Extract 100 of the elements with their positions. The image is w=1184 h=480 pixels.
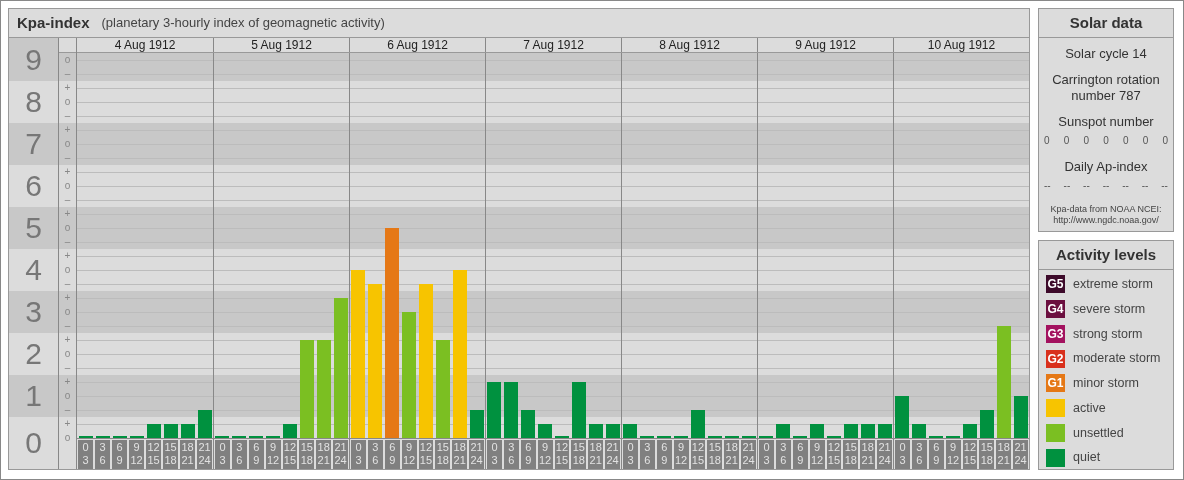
hour-range: 3 6 (775, 439, 791, 469)
level-badge: G3 (1046, 324, 1065, 343)
ap-value: -- (1141, 179, 1149, 193)
ap-value: -- (1102, 179, 1110, 193)
date-heading: 9 Aug 1912 (795, 39, 856, 51)
hour-range: 15 18 (843, 439, 859, 469)
bar (691, 410, 705, 438)
ap-label: Daily Ap-index (1064, 159, 1148, 175)
source-note: Kpa-data from NOAA NCEI: (1050, 204, 1162, 215)
sunspot-value: 0 (1103, 134, 1109, 148)
hour-range: 6 9 (248, 439, 264, 469)
hour-range: 18 21 (860, 439, 876, 469)
level-label: moderate storm (1073, 350, 1161, 368)
hour-range: 9 12 (265, 439, 281, 469)
hour-range: 15 18 (707, 439, 723, 469)
bar (1014, 396, 1028, 438)
bar (810, 424, 824, 438)
bar (572, 382, 586, 438)
bar (470, 410, 484, 438)
bar (147, 424, 161, 438)
hour-range: 9 12 (809, 439, 825, 469)
sunspot-value: 0 (1083, 134, 1090, 148)
hour-range: 18 21 (724, 439, 740, 469)
hour-range: 0 3 (78, 439, 93, 469)
level-badge: G5 (1046, 275, 1065, 294)
ap-value: -- (1122, 179, 1129, 193)
hour-range: 21 24 (1013, 439, 1028, 469)
sunspot-value: 0 (1162, 134, 1168, 148)
ap-value: -- (1083, 179, 1090, 193)
carrington-rotation: Carrington rotation number 787 (1051, 72, 1161, 104)
level-label: active (1073, 399, 1106, 417)
sunspot-value: 0 (1142, 134, 1149, 148)
hour-range: 21 24 (605, 439, 620, 469)
hour-range: 9 12 (945, 439, 961, 469)
hour-range: 9 12 (673, 439, 689, 469)
hour-range: 21 24 (333, 439, 348, 469)
axis-label: 6 (25, 171, 42, 201)
hour-range: 18 21 (180, 439, 195, 469)
bar (198, 410, 212, 438)
level-label: quiet (1073, 449, 1101, 467)
bar (487, 382, 501, 438)
hour-range: 9 12 (401, 439, 417, 469)
sublevel-mark: – (59, 403, 76, 417)
ap-value: -- (1044, 179, 1051, 193)
hour-range: 21 24 (877, 439, 892, 469)
sublevel-mark: – (59, 67, 76, 81)
solar-cycle: Solar cycle 14 (1065, 46, 1147, 62)
bar (912, 424, 926, 438)
panel-title: Activity levels (1055, 244, 1157, 265)
bar (980, 410, 994, 438)
hour-range: 3 6 (639, 439, 655, 469)
bar (963, 424, 977, 438)
hour-range: 15 18 (979, 439, 995, 469)
axis-label: 4 (25, 255, 42, 285)
hour-range: 18 21 (996, 439, 1012, 469)
hour-range: 3 6 (231, 439, 247, 469)
source-url: http://www.ngdc.noaa.gov/ (1053, 215, 1159, 226)
bar (878, 424, 892, 438)
ap-value: -- (1063, 179, 1071, 193)
bar (589, 424, 603, 438)
hour-range: 21 24 (197, 439, 212, 469)
sunspot-value: 0 (1063, 134, 1070, 148)
sublevel-mark: + (59, 375, 76, 389)
date-heading: 5 Aug 1912 (251, 39, 312, 51)
axis-label: 0 (25, 428, 42, 458)
sublevel-mark: – (59, 235, 76, 249)
axis-label: 3 (25, 297, 42, 327)
level-label: severe storm (1073, 300, 1146, 318)
hour-range: 15 18 (163, 439, 178, 469)
sublevel-mark: – (59, 319, 76, 333)
axis-label: 1 (25, 381, 42, 411)
bar (504, 382, 518, 438)
bar (521, 410, 535, 438)
hour-range: 12 15 (418, 439, 434, 469)
hour-range: 21 24 (741, 439, 756, 469)
date-heading: 8 Aug 1912 (659, 39, 720, 51)
level-badge: G2 (1046, 349, 1065, 368)
sunspot-label: Sunspot number (1058, 114, 1154, 130)
hour-range: 0 3 (623, 439, 638, 469)
hour-range: 15 18 (299, 439, 315, 469)
bar (283, 424, 297, 438)
level-label: extreme storm (1073, 276, 1153, 293)
hour-range: 15 18 (571, 439, 587, 469)
sunspot-value: 0 (1122, 134, 1129, 148)
hour-range: 12 15 (146, 439, 161, 469)
level-label: unsettled (1073, 424, 1124, 442)
bar (844, 424, 858, 438)
hour-range: 0 3 (351, 439, 366, 469)
hour-range: 6 9 (520, 439, 536, 469)
axis-label: 8 (25, 87, 42, 117)
hour-range: 3 6 (911, 439, 927, 469)
hour-range: 9 12 (129, 439, 144, 469)
sublevel-mark: – (59, 151, 76, 165)
bar (606, 424, 620, 438)
bar (861, 424, 875, 438)
bar (538, 424, 552, 438)
level-label: minor storm (1073, 375, 1139, 392)
axis-label: 2 (25, 339, 42, 369)
hour-range: 3 6 (367, 439, 383, 469)
hour-range: 0 3 (895, 439, 910, 469)
